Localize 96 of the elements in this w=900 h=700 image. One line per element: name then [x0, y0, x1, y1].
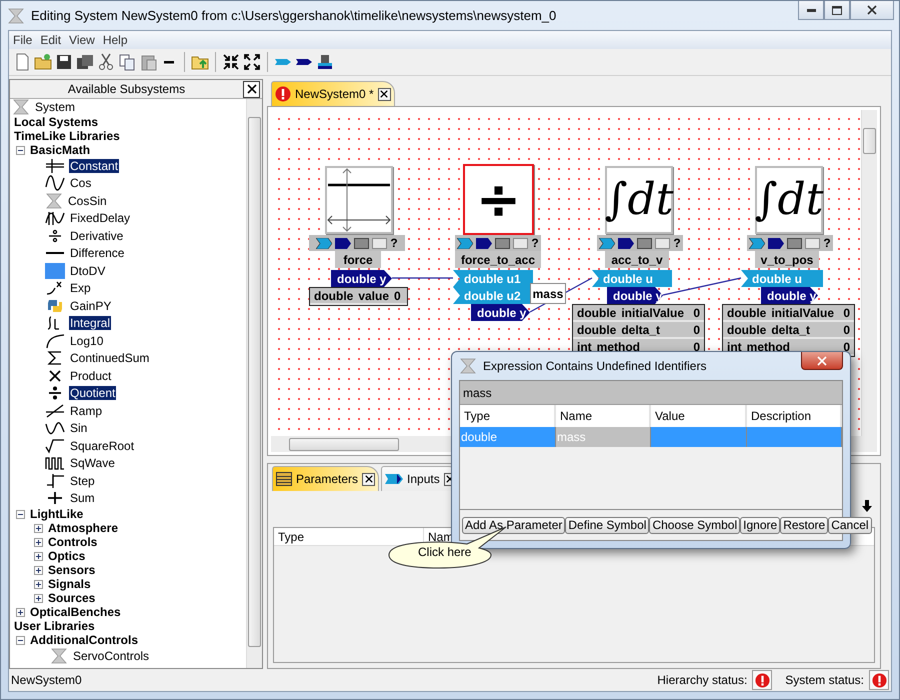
tree-folder[interactable]: Sources — [47, 591, 96, 605]
tree-item[interactable]: Log10 — [69, 334, 104, 348]
tree-folder[interactable]: Controls — [47, 535, 98, 549]
tree-item[interactable]: Ramp — [69, 404, 104, 418]
window-title: Editing System NewSystem0 from c:\Users\ggershanok\timelike\newsystems\newsystem_0 — [31, 8, 556, 23]
menu-item[interactable]: File — [9, 33, 36, 47]
tree-item[interactable]: Exp — [69, 281, 92, 296]
parameter-name: value — [358, 288, 390, 302]
parameter-value: 0 — [843, 306, 850, 320]
divide-symbol: ÷ — [476, 172, 522, 226]
tree-item[interactable]: GainPY — [69, 298, 112, 313]
parameter-name: delta_t — [771, 322, 812, 336]
tree-item[interactable]: ContinuedSum — [69, 351, 150, 366]
dialog-button[interactable]: Add As Parameter — [462, 516, 566, 534]
block-image[interactable]: ∫dt — [605, 166, 673, 234]
parameter-value: 0 — [394, 288, 401, 302]
parameter-value: 0 — [843, 322, 850, 336]
tree-item[interactable]: Step — [69, 474, 96, 488]
block-name: force_to_acc — [455, 251, 541, 268]
tab-label: Parameters — [296, 472, 358, 486]
menu-item[interactable]: Edit — [36, 33, 66, 47]
panel-title: Available Subsystems — [66, 82, 186, 96]
dialog-button[interactable]: Choose Symbol — [649, 516, 740, 534]
menu-item[interactable]: View — [65, 33, 99, 47]
parameter-name: method — [596, 340, 642, 354]
block-name: force — [335, 251, 381, 268]
block-name: acc_to_v — [605, 251, 669, 268]
integral-symbol: ∫dt — [754, 178, 824, 222]
tree-header[interactable]: Local Systems — [13, 115, 100, 129]
block-image[interactable]: ÷ — [463, 164, 534, 235]
tree-header[interactable]: User Libraries — [13, 619, 96, 633]
help-mark[interactable]: ? — [531, 236, 539, 250]
tree-item[interactable]: Quotient — [69, 386, 116, 400]
tree-item[interactable]: Difference — [69, 246, 126, 260]
help-mark[interactable]: ? — [673, 236, 681, 250]
parameter-name: method — [746, 340, 792, 354]
dialog-title: Expression Contains Undefined Identifiers — [483, 359, 706, 373]
tree-item[interactable]: Cos — [69, 176, 92, 190]
integral-symbol: ∫dt — [604, 178, 674, 222]
dialog-button[interactable]: Restore — [780, 516, 828, 534]
tree-item[interactable]: CosSin — [67, 194, 108, 208]
panel-tab[interactable]: Parameters — [272, 466, 380, 491]
tree-item[interactable]: Constant — [69, 158, 120, 173]
parameter-value: 0 — [693, 306, 700, 320]
tree-item[interactable]: System — [34, 100, 76, 114]
help-mark[interactable]: ? — [390, 236, 398, 250]
tree-folder[interactable]: AdditionalControls — [29, 633, 139, 647]
parameter-value: 0 — [693, 340, 700, 354]
dialog-button[interactable]: Ignore — [740, 516, 780, 534]
parameter-type: int — [727, 340, 742, 354]
tree-item[interactable]: SqWave — [69, 456, 116, 470]
parameter-type: double — [727, 306, 766, 320]
tree-folder[interactable]: Signals — [47, 577, 92, 591]
tab-label: Inputs — [407, 472, 440, 486]
expression-field: mass — [460, 381, 842, 405]
parameter-type: double — [314, 288, 354, 302]
tree-item[interactable]: Integral — [69, 316, 112, 330]
dialog-button[interactable]: Define Symbol — [565, 516, 650, 534]
menu-item[interactable]: Help — [98, 33, 132, 47]
tree-item[interactable]: FixedDelay — [69, 211, 132, 226]
tree-item[interactable]: Sin — [69, 421, 88, 436]
tree-item[interactable]: Sum — [69, 491, 96, 506]
tab-label: NewSystem0 * — [295, 87, 374, 101]
parameter-value: 0 — [843, 340, 850, 354]
tree-folder[interactable]: BasicMath — [29, 143, 92, 157]
parameter-name: initialValue — [621, 306, 686, 320]
dialog-button[interactable]: Cancel — [828, 516, 872, 534]
tree-item[interactable]: SquareRoot — [69, 438, 136, 453]
tree-item[interactable]: DtoDV — [69, 264, 106, 278]
output-port[interactable]: double y — [761, 287, 818, 304]
parameter-type: double — [577, 322, 616, 336]
editor-tab[interactable]: NewSystem0 * — [271, 81, 395, 106]
tree-folder[interactable]: Optics — [47, 549, 86, 563]
tree-item[interactable]: Derivative — [69, 228, 124, 243]
tree-item[interactable]: Product — [69, 368, 112, 383]
tree-folder[interactable]: OpticalBenches — [29, 605, 122, 619]
parameter-name: delta_t — [621, 322, 662, 336]
tree-folder[interactable]: LightLike — [29, 507, 84, 521]
tree-folder[interactable]: Sensors — [47, 563, 96, 577]
status-text: NewSystem0 — [11, 673, 82, 687]
tree-item[interactable]: ServoControls — [72, 649, 150, 663]
parameter-type: double — [577, 306, 616, 320]
tree-folder[interactable]: Atmosphere — [47, 521, 120, 535]
tree-header[interactable]: TimeLike Libraries — [13, 129, 121, 143]
help-mark[interactable]: ? — [823, 236, 831, 250]
status-label: Hierarchy status: — [657, 673, 748, 687]
parameter-name: initialValue — [771, 306, 836, 320]
parameter-value: 0 — [693, 322, 700, 336]
hover-label: mass — [530, 283, 566, 304]
parameter-type: double — [727, 322, 766, 336]
output-port[interactable]: double y — [471, 304, 530, 321]
parameter-type: int — [577, 340, 592, 354]
output-port[interactable]: double y — [331, 270, 392, 287]
block-name: v_to_pos — [755, 251, 819, 268]
block-image[interactable]: ∫dt — [755, 166, 823, 234]
status-label: System status: — [785, 673, 864, 687]
